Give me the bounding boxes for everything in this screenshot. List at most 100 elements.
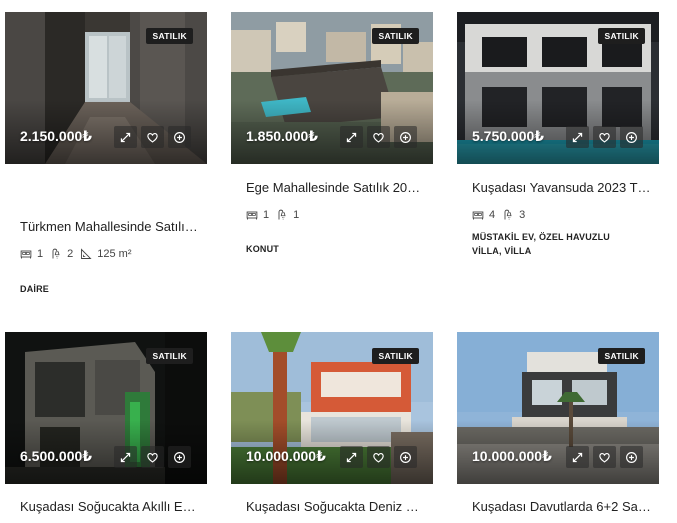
listing-card[interactable]: SATILIK 10.000.000₺ Kuşadası Soğucakta D… (231, 332, 433, 514)
photo-actions (340, 446, 417, 468)
favorite-button[interactable] (141, 446, 164, 468)
listing-price: 6.500.000₺ (20, 448, 93, 464)
bedrooms-count: 4 (489, 209, 496, 221)
plus-circle-icon (626, 131, 637, 143)
property-type: DAİRE (20, 282, 49, 296)
listing-photo[interactable]: SATILIK 6.500.000₺ (5, 332, 207, 484)
listing-card[interactable]: SATILIK 10.000.000₺ Kuşadası Davutlarda … (457, 332, 659, 514)
bedrooms-spec: 4 (472, 209, 495, 221)
expand-icon (572, 132, 583, 142)
photo-actions (114, 126, 191, 148)
listing-price: 10.000.000₺ (472, 448, 552, 464)
bath-icon (504, 209, 512, 220)
listing-title[interactable]: Kuşadası Soğucakta Deniz … (246, 499, 419, 514)
listing-card[interactable]: SATILIK 6.500.000₺ Kuşadası Soğucakta Ak… (5, 332, 207, 514)
area-icon (81, 248, 92, 259)
favorite-button[interactable] (593, 126, 616, 148)
listing-specs: 1 1 (246, 209, 306, 221)
listing-title[interactable]: Kuşadası Soğucakta Akıllı E… (20, 499, 196, 514)
property-type: MÜSTAKİL EV, ÖZEL HAVUZLU VİLLA, VİLLA (472, 230, 610, 258)
listing-photo[interactable]: SATILIK 10.000.000₺ (231, 332, 433, 484)
listing-specs: 1 2 125 m² (20, 248, 139, 260)
compare-button[interactable] (620, 126, 643, 148)
photo-actions (340, 126, 417, 148)
listing-title[interactable]: Ege Mahallesinde Satılık 20… (246, 180, 420, 195)
bath-icon (52, 248, 60, 259)
listing-photo[interactable]: SATILIK 5.750.000₺ (457, 12, 659, 164)
bedrooms-count: 1 (263, 209, 270, 221)
listing-photo[interactable]: SATILIK 1.850.000₺ (231, 12, 433, 164)
listing-card[interactable]: SATILIK 1.850.000₺ Ege Mahallesinde Satı… (231, 12, 433, 254)
plus-circle-icon (400, 451, 411, 463)
listing-photo[interactable]: SATILIK 2.150.000₺ (5, 12, 207, 164)
property-type-line: DAİRE (20, 284, 50, 294)
favorite-button[interactable] (367, 446, 390, 468)
compare-button[interactable] (394, 126, 417, 148)
plus-circle-icon (174, 131, 185, 143)
favorite-button[interactable] (593, 446, 616, 468)
expand-button[interactable] (340, 446, 363, 468)
bath-icon (278, 209, 286, 220)
expand-button[interactable] (340, 126, 363, 148)
area-spec: 125 m² (80, 248, 132, 260)
status-badge: SATILIK (372, 28, 419, 44)
expand-icon (572, 452, 583, 462)
plus-circle-icon (626, 451, 637, 463)
listing-title[interactable]: Kuşadası Yavansuda 2023 T… (472, 180, 651, 195)
heart-icon (599, 452, 610, 463)
heart-icon (373, 452, 384, 463)
heart-icon (147, 452, 158, 463)
expand-button[interactable] (114, 446, 137, 468)
expand-icon (346, 132, 357, 142)
photo-actions (566, 126, 643, 148)
listing-price: 1.850.000₺ (246, 128, 319, 144)
expand-button[interactable] (114, 126, 137, 148)
listing-photo[interactable]: SATILIK 10.000.000₺ (457, 332, 659, 484)
bed-icon (246, 211, 258, 220)
compare-button[interactable] (620, 446, 643, 468)
plus-circle-icon (400, 131, 411, 143)
bathrooms-spec: 2 (50, 248, 73, 260)
listing-specs: 4 3 (472, 209, 532, 221)
property-type-line: MÜSTAKİL EV, ÖZEL HAVUZLU (472, 232, 611, 242)
heart-icon (599, 132, 610, 143)
listing-card[interactable]: SATILIK 5.750.000₺ Kuşadası Yavansuda 20… (457, 12, 659, 256)
listing-card[interactable]: SATILIK 2.150.000₺ Türkmen Mahallesinde … (5, 12, 207, 294)
listing-price: 5.750.000₺ (472, 128, 545, 144)
compare-button[interactable] (168, 126, 191, 148)
bedrooms-spec: 1 (20, 248, 43, 260)
listing-title[interactable]: Kuşadası Davutlarda 6+2 Sa… (472, 499, 651, 514)
favorite-button[interactable] (141, 126, 164, 148)
status-badge: SATILIK (372, 348, 419, 364)
expand-icon (120, 452, 131, 462)
bathrooms-spec: 3 (502, 209, 525, 221)
plus-circle-icon (174, 451, 185, 463)
expand-button[interactable] (566, 446, 589, 468)
heart-icon (147, 132, 158, 143)
heart-icon (373, 132, 384, 143)
listing-title[interactable]: Türkmen Mahallesinde Satılı… (20, 219, 198, 234)
photo-actions (114, 446, 191, 468)
bedrooms-spec: 1 (246, 209, 269, 221)
listing-price: 10.000.000₺ (246, 448, 326, 464)
compare-button[interactable] (394, 446, 417, 468)
expand-button[interactable] (566, 126, 589, 148)
status-badge: SATILIK (598, 348, 645, 364)
bathrooms-spec: 1 (276, 209, 299, 221)
bathrooms-count: 2 (67, 248, 74, 260)
bed-icon (20, 250, 32, 259)
status-badge: SATILIK (146, 348, 193, 364)
status-badge: SATILIK (598, 28, 645, 44)
expand-icon (120, 132, 131, 142)
property-type-line: VİLLA, VİLLA (472, 246, 532, 256)
compare-button[interactable] (168, 446, 191, 468)
favorite-button[interactable] (367, 126, 390, 148)
bathrooms-count: 1 (293, 209, 300, 221)
photo-actions (566, 446, 643, 468)
area-value: 125 m² (97, 248, 132, 260)
expand-icon (346, 452, 357, 462)
bathrooms-count: 3 (519, 209, 526, 221)
bed-icon (472, 211, 484, 220)
listing-price: 2.150.000₺ (20, 128, 93, 144)
property-type-line: KONUT (246, 244, 279, 254)
